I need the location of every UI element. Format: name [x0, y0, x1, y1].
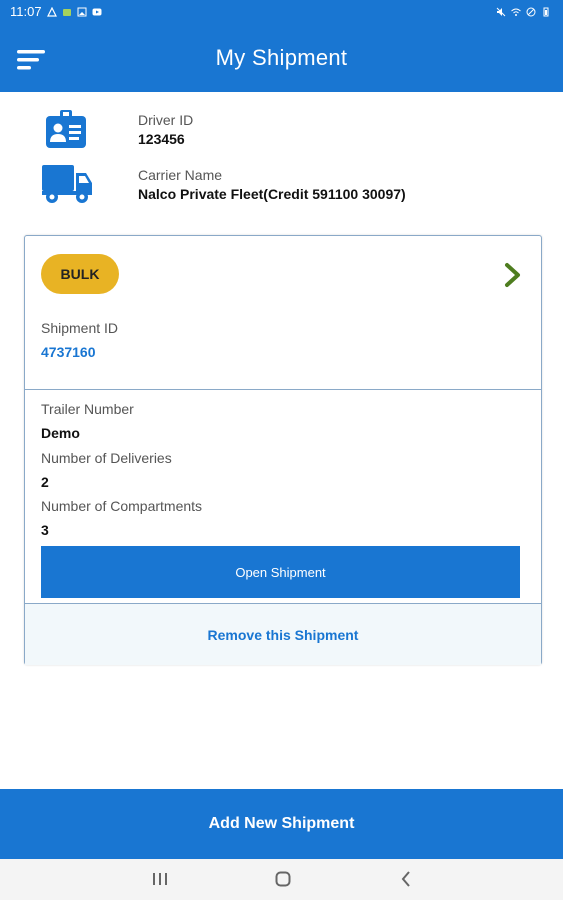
- youtube-icon: [92, 8, 102, 15]
- open-shipment-button[interactable]: Open Shipment: [41, 546, 520, 598]
- remove-shipment-link[interactable]: Remove this Shipment: [208, 627, 359, 643]
- home-icon[interactable]: [273, 869, 293, 889]
- dnd-icon: [526, 7, 536, 16]
- battery-icon: [543, 7, 549, 16]
- driver-id-value: 123456: [138, 131, 185, 147]
- status-time: 11:07: [10, 4, 42, 19]
- carrier-info: Carrier Name Nalco Private Fleet(Credit …: [0, 163, 563, 213]
- status-bar: 11:07: [0, 0, 563, 23]
- compartments-label: Number of Compartments: [41, 498, 203, 514]
- hamburger-menu-icon[interactable]: [17, 50, 47, 70]
- id-badge-icon: [46, 110, 86, 148]
- image-icon: [77, 7, 87, 16]
- app-bar: My Shipment: [0, 23, 563, 92]
- add-new-shipment-button[interactable]: Add New Shipment: [0, 789, 563, 859]
- deliveries-value: 2: [41, 474, 49, 490]
- carrier-name-label: Carrier Name: [138, 167, 223, 183]
- shipment-id-value: 4737160: [41, 344, 96, 360]
- page-title: My Shipment: [215, 44, 348, 70]
- driver-info: Driver ID 123456: [0, 108, 563, 158]
- system-nav-bar: [0, 859, 563, 900]
- wifi-icon: [511, 8, 521, 16]
- back-icon[interactable]: [396, 869, 416, 889]
- shipment-card[interactable]: BULK Shipment ID 4737160 Trailer Number …: [24, 235, 542, 665]
- mute-icon: [496, 7, 506, 16]
- android-icon: [62, 8, 71, 16]
- driver-id-label: Driver ID: [138, 112, 194, 128]
- trailer-number-value: Demo: [41, 425, 80, 441]
- deliveries-label: Number of Deliveries: [41, 450, 172, 466]
- shipment-type-badge: BULK: [41, 254, 119, 294]
- carrier-name-value: Nalco Private Fleet(Credit 591100 30097): [138, 186, 406, 202]
- truck-icon: [42, 165, 92, 203]
- chevron-right-icon[interactable]: [503, 262, 523, 288]
- card-divider: [25, 389, 541, 390]
- trailer-number-label: Trailer Number: [41, 401, 134, 417]
- recent-apps-icon[interactable]: [150, 869, 170, 889]
- remove-shipment-area: Remove this Shipment: [25, 603, 541, 665]
- compartments-value: 3: [41, 522, 49, 538]
- shipment-id-label: Shipment ID: [41, 320, 119, 336]
- alert-icon: [46, 6, 57, 17]
